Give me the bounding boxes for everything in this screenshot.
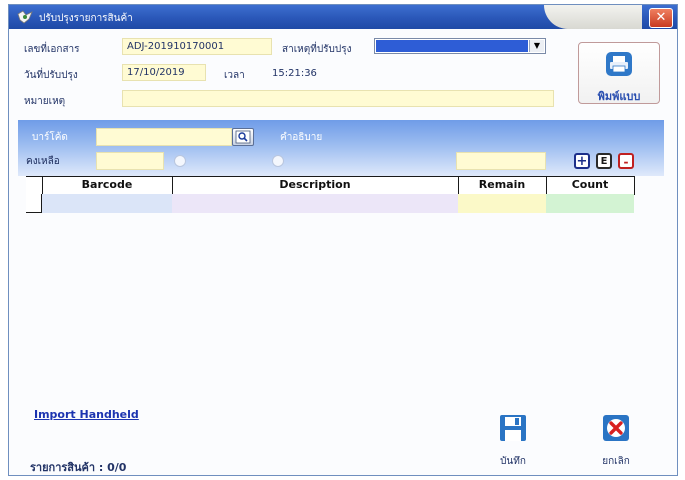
reason-combo[interactable]: ▼ bbox=[374, 38, 546, 54]
printer-icon bbox=[606, 52, 632, 76]
app-icon bbox=[17, 10, 33, 24]
title-bar: ปรับปรุงรายการสินค้า ✕ bbox=[9, 5, 677, 29]
chevron-down-icon[interactable]: ▼ bbox=[529, 40, 544, 52]
new-row-count-cell[interactable] bbox=[546, 194, 634, 213]
window-title: ปรับปรุงรายการสินค้า bbox=[39, 13, 133, 24]
row-selector-header bbox=[26, 176, 42, 194]
cancel-icon[interactable] bbox=[602, 414, 630, 442]
column-divider bbox=[634, 176, 635, 195]
delete-item-button[interactable]: - bbox=[618, 153, 634, 169]
note-label: หมายเหตุ bbox=[24, 96, 66, 107]
doc-no-field[interactable]: ADJ-201910170001 bbox=[122, 38, 272, 55]
column-header-description[interactable]: Description bbox=[172, 176, 458, 194]
column-header-count[interactable]: Count bbox=[546, 176, 634, 194]
row-selector[interactable] bbox=[26, 194, 42, 213]
date-label: วันที่ปรับปรุง bbox=[24, 70, 78, 81]
add-item-button[interactable]: + bbox=[574, 153, 590, 169]
reason-selected-value bbox=[376, 40, 528, 52]
column-header-remain[interactable]: Remain bbox=[458, 176, 546, 194]
barcode-input[interactable] bbox=[96, 128, 232, 146]
doc-no-label: เลขที่เอกสาร bbox=[24, 44, 80, 55]
new-row-barcode-cell[interactable] bbox=[42, 194, 172, 213]
barcode-label: บาร์โค้ด bbox=[32, 132, 68, 143]
search-icon bbox=[235, 130, 251, 144]
print-button[interactable]: พิมพ์แบบ bbox=[578, 42, 660, 104]
new-row-remain-cell[interactable] bbox=[458, 194, 546, 213]
column-divider bbox=[42, 176, 43, 195]
description-label: คำอธิบาย bbox=[280, 132, 323, 143]
remain-label: คงเหลือ bbox=[26, 156, 60, 167]
radio-option-2[interactable] bbox=[272, 155, 284, 167]
item-count-label: รายการสินค้า : 0/0 bbox=[30, 461, 127, 474]
edit-item-button[interactable]: E bbox=[596, 153, 612, 169]
column-divider bbox=[458, 176, 459, 195]
note-field[interactable] bbox=[122, 90, 554, 107]
import-handheld-link[interactable]: Import Handheld bbox=[34, 408, 139, 421]
column-divider bbox=[546, 176, 547, 195]
count-input[interactable] bbox=[456, 152, 546, 170]
remain-input[interactable] bbox=[96, 152, 164, 170]
save-icon[interactable] bbox=[499, 414, 527, 442]
print-button-label: พิมพ์แบบ bbox=[597, 90, 641, 103]
time-label: เวลา bbox=[224, 70, 245, 81]
column-header-barcode[interactable]: Barcode bbox=[42, 176, 172, 194]
title-bar-decoration bbox=[544, 5, 642, 29]
cancel-label[interactable]: ยกเลิก bbox=[586, 454, 646, 469]
barcode-search-button[interactable] bbox=[232, 128, 254, 146]
date-field[interactable]: 17/10/2019 bbox=[122, 64, 206, 81]
new-row-description-cell[interactable] bbox=[172, 194, 458, 213]
items-grid[interactable]: Barcode Description Remain Count bbox=[26, 176, 636, 214]
reason-label: สาเหตุที่ปรับปรุง bbox=[282, 44, 352, 55]
save-label[interactable]: บันทึก bbox=[483, 454, 543, 469]
close-button[interactable]: ✕ bbox=[649, 8, 673, 28]
radio-option-1[interactable] bbox=[174, 155, 186, 167]
column-divider bbox=[172, 176, 173, 195]
time-value: 15:21:36 bbox=[272, 68, 317, 79]
